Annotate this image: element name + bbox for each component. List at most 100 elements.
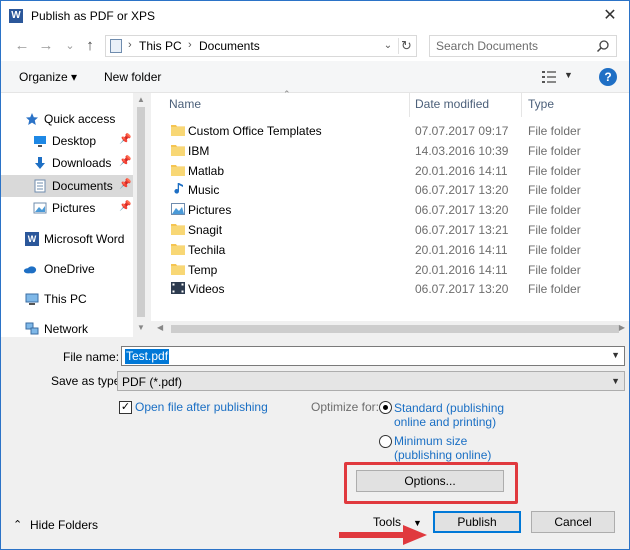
- scroll-down-icon[interactable]: ▼: [137, 323, 145, 332]
- pin-icon: 📌: [119, 179, 132, 190]
- scroll-left-icon[interactable]: ◀: [157, 323, 163, 332]
- sidebar-item-microsoft-word[interactable]: W Microsoft Word: [1, 228, 133, 250]
- up-arrow-icon[interactable]: ↑: [81, 37, 99, 55]
- publish-button[interactable]: Publish: [433, 511, 521, 533]
- column-header-date[interactable]: Date modified: [415, 97, 489, 111]
- file-name: Pictures: [188, 203, 232, 218]
- file-name-field[interactable]: Test.pdf ▼: [121, 346, 625, 366]
- save-as-type-select[interactable]: PDF (*.pdf) ▼: [117, 371, 625, 391]
- minimum-size-radio[interactable]: [379, 435, 392, 448]
- command-toolbar: Organize ▾ New folder ▼ ?: [1, 61, 629, 93]
- file-type: File folder: [528, 183, 581, 198]
- recent-locations-icon[interactable]: ⌄: [61, 37, 79, 55]
- sidebar-item-quick-access[interactable]: Quick access: [1, 108, 133, 130]
- help-icon[interactable]: ?: [599, 68, 617, 86]
- column-header-name[interactable]: Name: [169, 97, 201, 111]
- search-box[interactable]: [429, 35, 617, 57]
- scrollbar-thumb[interactable]: [137, 107, 145, 317]
- file-date-modified: 20.01.2016 14:11: [415, 242, 508, 257]
- file-type: File folder: [528, 242, 581, 257]
- minimum-label-line1: Minimum size: [394, 434, 468, 448]
- red-arrow-icon: [339, 525, 427, 545]
- file-row[interactable]: Videos 06.07.2017 13:20 File folder: [167, 279, 627, 299]
- file-type: File folder: [528, 262, 581, 277]
- column-divider[interactable]: [409, 93, 410, 117]
- file-row[interactable]: IBM 14.03.2016 10:39 File folder: [167, 141, 627, 161]
- minimum-label-line2: (publishing online): [394, 448, 492, 462]
- standard-radio-label[interactable]: Standard (publishing online and printing…: [394, 401, 504, 429]
- file-row[interactable]: Snagit 06.07.2017 13:21 File folder: [167, 220, 627, 240]
- file-date-modified: 06.07.2017 13:20: [415, 183, 509, 198]
- file-date-modified: 14.03.2016 10:39: [415, 143, 509, 158]
- pin-icon: 📌: [119, 134, 132, 145]
- breadcrumb-documents[interactable]: Documents: [199, 39, 260, 53]
- view-dropdown-icon[interactable]: ▼: [564, 70, 573, 80]
- file-row[interactable]: Music 06.07.2017 13:20 File folder: [167, 180, 627, 200]
- sidebar-item-label: Quick access: [44, 112, 116, 126]
- close-button[interactable]: ✕: [599, 5, 621, 27]
- address-dropdown-icon[interactable]: ⌄: [380, 38, 396, 54]
- scrollbar-thumb[interactable]: [171, 325, 619, 333]
- chevron-up-icon: ⌃: [13, 519, 23, 531]
- breadcrumb-separator: ›: [188, 39, 192, 51]
- new-folder-button[interactable]: New folder: [104, 70, 161, 84]
- breadcrumb-separator: ›: [128, 39, 132, 51]
- sidebar-item-this-pc[interactable]: This PC: [1, 288, 133, 310]
- column-header-type[interactable]: Type: [528, 97, 554, 111]
- sidebar-item-downloads[interactable]: Downloads 📌: [1, 152, 133, 174]
- save-as-type-value: PDF (*.pdf): [122, 375, 183, 389]
- address-bar[interactable]: › This PC › Documents ⌄ ↻: [105, 35, 417, 57]
- sort-ascending-icon: ⌃: [283, 89, 291, 99]
- cancel-button[interactable]: Cancel: [531, 511, 615, 533]
- file-name-value[interactable]: Test.pdf: [125, 349, 170, 364]
- sidebar-item-label: Downloads: [52, 156, 112, 170]
- file-name: IBM: [188, 143, 210, 158]
- cloud-icon: [23, 266, 37, 274]
- sidebar-item-documents[interactable]: Documents 📌: [1, 175, 133, 197]
- column-divider[interactable]: [521, 93, 522, 117]
- back-arrow-icon[interactable]: ←: [13, 37, 31, 55]
- breadcrumb-this-pc[interactable]: This PC: [139, 39, 182, 53]
- open-after-publishing-label[interactable]: Open file after publishing: [135, 400, 268, 414]
- pictures-icon: [171, 203, 185, 216]
- file-row[interactable]: Temp 20.01.2016 14:11 File folder: [167, 260, 627, 280]
- file-date-modified: 20.01.2016 14:11: [415, 262, 508, 277]
- file-row[interactable]: Matlab 20.01.2016 14:11 File folder: [167, 161, 627, 181]
- search-input[interactable]: [436, 38, 596, 54]
- scroll-right-icon[interactable]: ▶: [619, 323, 625, 332]
- minimum-size-radio-label[interactable]: Minimum size (publishing online): [394, 434, 491, 462]
- optimize-for-label: Optimize for:: [311, 400, 380, 414]
- folder-icon: [171, 243, 185, 255]
- search-icon[interactable]: [596, 39, 610, 53]
- save-as-type-dropdown-icon[interactable]: ▼: [611, 376, 620, 386]
- file-row[interactable]: Pictures 06.07.2017 13:20 File folder: [167, 200, 627, 220]
- sidebar-item-onedrive[interactable]: OneDrive: [1, 258, 133, 280]
- view-options-icon[interactable]: [541, 70, 557, 84]
- forward-arrow-icon[interactable]: →: [37, 37, 55, 55]
- navigation-pane-scrollbar[interactable]: ▲ ▼: [133, 93, 149, 337]
- file-date-modified: 06.07.2017 13:20: [415, 282, 509, 297]
- file-type: File folder: [528, 124, 581, 138]
- sidebar-item-pictures[interactable]: Pictures 📌: [1, 197, 133, 219]
- standard-radio[interactable]: [379, 401, 392, 414]
- options-button[interactable]: Options...: [356, 470, 504, 492]
- open-after-publishing-checkbox[interactable]: ✓: [119, 401, 132, 414]
- sidebar-item-desktop[interactable]: Desktop 📌: [1, 130, 133, 152]
- computer-icon: [25, 293, 39, 305]
- sidebar-item-label: Pictures: [52, 201, 96, 215]
- documents-location-icon: [110, 39, 122, 53]
- sidebar-item-label: Documents: [52, 179, 113, 193]
- file-name-label: File name:: [63, 350, 120, 364]
- file-name-dropdown-icon[interactable]: ▼: [611, 350, 620, 360]
- organize-button[interactable]: Organize ▾: [19, 70, 77, 84]
- scroll-up-icon[interactable]: ▲: [137, 95, 145, 104]
- videos-icon: [171, 282, 185, 295]
- file-row[interactable]: Techila 20.01.2016 14:11 File folder: [167, 240, 627, 260]
- window-title: Publish as PDF or XPS: [31, 9, 156, 23]
- sidebar-item-network[interactable]: Network: [1, 318, 133, 340]
- refresh-icon[interactable]: ↻: [398, 38, 414, 54]
- download-icon: [35, 157, 45, 169]
- file-row[interactable]: Custom Office Templates 07.07.2017 09:17 F…: [167, 121, 627, 141]
- horizontal-scrollbar[interactable]: ◀ ▶: [151, 321, 629, 337]
- standard-label-line2: online and printing): [394, 415, 497, 429]
